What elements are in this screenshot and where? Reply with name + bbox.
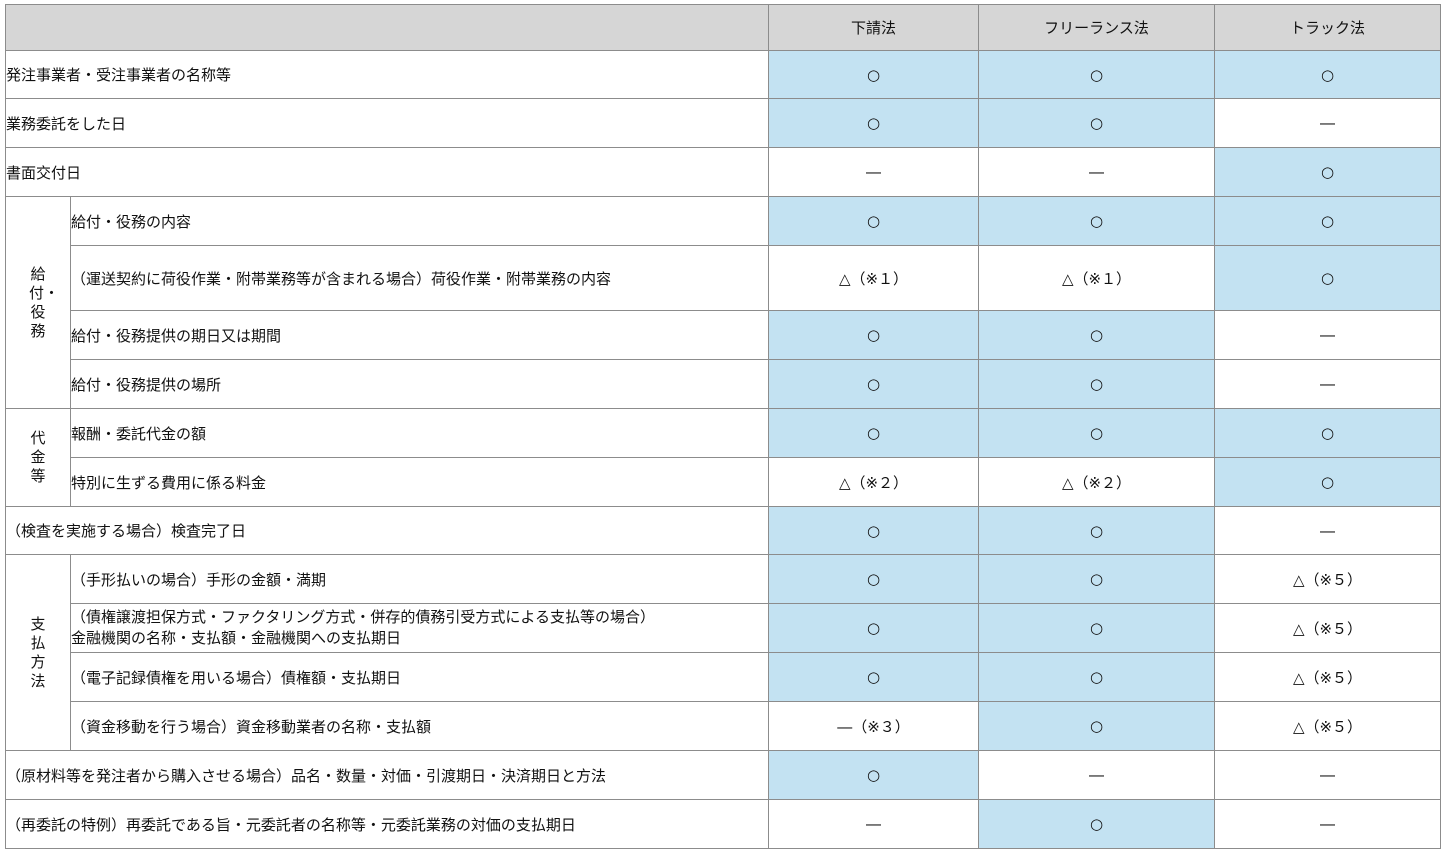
header-truck: トラック法 — [1214, 4, 1441, 51]
cell-value: ○ — [978, 408, 1215, 458]
cell-value: ○ — [768, 554, 979, 604]
cell-value: ○ — [768, 750, 979, 800]
table-row: 特別に生ずる費用に係る料金 △（※２） △（※２） ○ — [6, 457, 1441, 507]
cell-value: ○ — [768, 196, 979, 246]
table-row: 代金等 報酬・委託代金の額 ○ ○ ○ — [5, 408, 1441, 507]
table-row: （再委託の特例）再委託である旨・元委託者の名称等・元委託業務の対価の支払期日 ―… — [5, 799, 1441, 849]
cell-value: △（※５） — [1214, 603, 1441, 653]
table-row: （原材料等を発注者から購入させる場合）品名・数量・対価・引渡期日・決済期日と方法… — [5, 750, 1441, 800]
table-row: （検査を実施する場合）検査完了日 ○ ○ ― — [5, 506, 1441, 555]
cell-value: ○ — [1214, 147, 1441, 197]
cell-value: ○ — [768, 603, 979, 653]
cell-value: ○ — [768, 98, 979, 148]
group-label-kyufu: 給付・役務 — [5, 196, 71, 409]
cell-value: ○ — [1214, 408, 1441, 458]
cell-value: ○ — [1214, 196, 1441, 246]
cell-value: ○ — [978, 98, 1215, 148]
cell-value: △（※２） — [768, 457, 979, 507]
row-label: （債権譲渡担保方式・ファクタリング方式・併存的債務引受方式による支払等の場合） 金… — [70, 603, 769, 653]
table-row: 給付・役務提供の場所 ○ ○ ― — [6, 359, 1441, 409]
table-row: （運送契約に荷役作業・附帯業務等が含まれる場合）荷役作業・附帯業務の内容 △（※… — [6, 245, 1441, 311]
row-label: （電子記録債権を用いる場合）債権額・支払期日 — [70, 652, 769, 702]
row-label: 給付・役務の内容 — [70, 196, 769, 246]
table-row: 給付・役務 給付・役務の内容 ○ ○ ○ — [5, 196, 1441, 409]
cell-value: ○ — [768, 408, 979, 458]
row-label-line1: （債権譲渡担保方式・ファクタリング方式・併存的債務引受方式による支払等の場合） — [71, 608, 655, 626]
cell-value: △（※１） — [768, 245, 979, 311]
cell-value: △（※５） — [1214, 652, 1441, 702]
comparison-table: 下請法 フリーランス法 トラック法 発注事業者・受注事業者の名称等 ○ ○ ○ … — [5, 4, 1441, 849]
cell-value: ○ — [978, 359, 1215, 409]
cell-value: ―（※３） — [768, 701, 979, 751]
row-label: （手形払いの場合）手形の金額・満期 — [70, 554, 769, 604]
cell-value: ○ — [1214, 50, 1441, 99]
cell-value: △（※１） — [978, 245, 1215, 311]
cell-value: ― — [1214, 359, 1441, 409]
row-label: 報酬・委託代金の額 — [70, 408, 769, 458]
row-label: 給付・役務提供の期日又は期間 — [70, 310, 769, 360]
cell-value: ○ — [978, 506, 1215, 555]
cell-value: ― — [1214, 98, 1441, 148]
cell-value: △（※５） — [1214, 701, 1441, 751]
row-label: 書面交付日 — [5, 147, 769, 197]
cell-value: ― — [978, 750, 1215, 800]
cell-value: ○ — [978, 603, 1215, 653]
table-row: 給付・役務提供の期日又は期間 ○ ○ ― — [6, 310, 1441, 360]
row-label: 発注事業者・受注事業者の名称等 — [5, 50, 769, 99]
row-label: （原材料等を発注者から購入させる場合）品名・数量・対価・引渡期日・決済期日と方法 — [5, 750, 769, 800]
cell-value: ― — [1214, 750, 1441, 800]
cell-value: ○ — [978, 701, 1215, 751]
group-label-daikin: 代金等 — [5, 408, 71, 507]
cell-value: ― — [1214, 310, 1441, 360]
row-label: 業務委託をした日 — [5, 98, 769, 148]
cell-value: ― — [768, 799, 979, 849]
header-shitauke: 下請法 — [768, 4, 979, 51]
row-label-line2: 金融機関の名称・支払額・金融機関への支払期日 — [71, 629, 402, 647]
table-row: （債権譲渡担保方式・ファクタリング方式・併存的債務引受方式による支払等の場合） 金… — [6, 603, 1441, 653]
cell-value: ― — [1214, 506, 1441, 555]
cell-value: ○ — [978, 310, 1215, 360]
cell-value: ○ — [768, 50, 979, 99]
cell-value: ○ — [768, 359, 979, 409]
row-label: （再委託の特例）再委託である旨・元委託者の名称等・元委託業務の対価の支払期日 — [5, 799, 769, 849]
table-row: 支払方法 （手形払いの場合）手形の金額・満期 ○ ○ △（※５） — [5, 554, 1441, 751]
cell-value: ○ — [978, 50, 1215, 99]
cell-value: ○ — [1214, 457, 1441, 507]
table-row: 書面交付日 ― ― ○ — [5, 147, 1441, 197]
header-freelance: フリーランス法 — [978, 4, 1215, 51]
table-row: 業務委託をした日 ○ ○ ― — [5, 98, 1441, 148]
row-label: 給付・役務提供の場所 — [70, 359, 769, 409]
cell-value: ○ — [978, 196, 1215, 246]
cell-value: △（※２） — [978, 457, 1215, 507]
table-row: 発注事業者・受注事業者の名称等 ○ ○ ○ — [5, 50, 1441, 99]
cell-value: ○ — [978, 554, 1215, 604]
group-label-shiharai: 支払方法 — [5, 554, 71, 751]
cell-value: ○ — [978, 799, 1215, 849]
header-row: 下請法 フリーランス法 トラック法 — [5, 4, 1441, 51]
row-label: （運送契約に荷役作業・附帯業務等が含まれる場合）荷役作業・附帯業務の内容 — [70, 245, 769, 311]
cell-value: ― — [1214, 799, 1441, 849]
cell-value: ○ — [768, 310, 979, 360]
row-label: （資金移動を行う場合）資金移動業者の名称・支払額 — [70, 701, 769, 751]
cell-value: ○ — [978, 652, 1215, 702]
cell-value: ○ — [768, 652, 979, 702]
cell-value: ○ — [1214, 245, 1441, 311]
table-row: （電子記録債権を用いる場合）債権額・支払期日 ○ ○ △（※５） — [6, 652, 1441, 702]
cell-value: △（※５） — [1214, 554, 1441, 604]
row-label: （検査を実施する場合）検査完了日 — [5, 506, 769, 555]
cell-value: ○ — [768, 506, 979, 555]
cell-value: ― — [978, 147, 1215, 197]
row-label: 特別に生ずる費用に係る料金 — [70, 457, 769, 507]
table-row: （資金移動を行う場合）資金移動業者の名称・支払額 ―（※３） ○ △（※５） — [6, 701, 1441, 751]
cell-value: ― — [768, 147, 979, 197]
header-corner — [5, 4, 769, 51]
